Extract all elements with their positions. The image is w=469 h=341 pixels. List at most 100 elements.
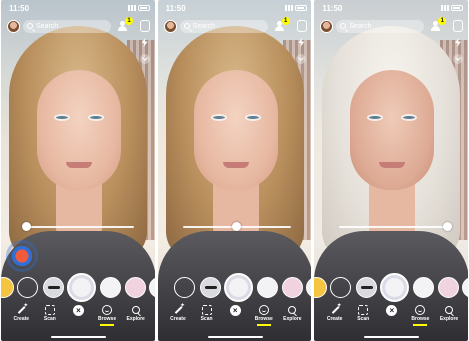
active-tab-indicator xyxy=(100,324,115,326)
left-eye xyxy=(367,114,384,121)
nav-create[interactable]: Create xyxy=(322,302,348,322)
wand-icon xyxy=(330,302,342,315)
search-bar[interactable]: Search xyxy=(23,19,111,33)
bottom-nav: Create Scan × Browse Explore xyxy=(314,302,468,333)
search-placeholder: Search xyxy=(192,22,215,30)
search-bar[interactable]: Search xyxy=(336,19,425,33)
lens-selected-age[interactable] xyxy=(67,273,96,302)
add-friend-button[interactable]: 1 xyxy=(117,17,133,32)
sunglasses-icon xyxy=(361,286,374,289)
flash-icon[interactable] xyxy=(455,38,462,47)
lens-face[interactable] xyxy=(100,277,121,298)
face xyxy=(350,70,435,190)
lens-cartoon[interactable] xyxy=(281,277,303,298)
lens-emoji[interactable] xyxy=(1,277,14,298)
lens-more[interactable] xyxy=(149,277,155,298)
add-friend-button[interactable]: 1 xyxy=(274,17,290,32)
age-slider[interactable] xyxy=(182,222,291,231)
lens-selected-age[interactable] xyxy=(380,273,410,302)
nav-close[interactable]: × xyxy=(65,305,91,316)
nav-browse[interactable]: Browse xyxy=(94,305,120,326)
nav-browse[interactable]: Browse xyxy=(407,305,433,326)
flip-camera-icon[interactable] xyxy=(296,20,307,32)
capture-ring[interactable] xyxy=(330,277,352,298)
lens-emoji[interactable] xyxy=(314,277,328,298)
age-slider[interactable] xyxy=(21,222,134,231)
wand-icon xyxy=(16,302,28,315)
close-icon: × xyxy=(386,305,398,316)
search-bar[interactable]: Search xyxy=(179,19,268,33)
signal-icon xyxy=(441,5,450,11)
wand-icon xyxy=(173,302,185,315)
active-tab-indicator xyxy=(256,324,271,326)
flash-icon[interactable] xyxy=(298,38,305,47)
flip-camera-icon[interactable] xyxy=(453,20,464,32)
chevron-down-icon[interactable] xyxy=(296,54,307,64)
search-placeholder: Search xyxy=(36,22,59,30)
lens-more[interactable] xyxy=(305,277,312,298)
lens-sunglasses[interactable] xyxy=(356,277,378,298)
nav-explore-label: Explore xyxy=(439,316,459,322)
avatar[interactable] xyxy=(163,19,177,33)
nav-browse-label: Browse xyxy=(254,316,273,322)
nav-close[interactable]: × xyxy=(222,305,248,316)
chevron-down-icon[interactable] xyxy=(139,54,150,64)
nav-scan[interactable]: Scan xyxy=(194,305,220,322)
nav-scan-label: Scan xyxy=(43,316,56,322)
search-placeholder: Search xyxy=(349,22,372,30)
lens-more[interactable] xyxy=(462,277,469,298)
signal-icon xyxy=(128,5,136,11)
avatar[interactable] xyxy=(7,19,20,33)
nav-scan[interactable]: Scan xyxy=(350,305,376,322)
add-friend-icon-body xyxy=(431,26,441,31)
close-icon: × xyxy=(229,305,241,316)
capture-ring[interactable] xyxy=(173,277,195,298)
lens-cartoon[interactable] xyxy=(438,277,460,298)
scan-icon xyxy=(201,305,212,315)
nav-create[interactable]: Create xyxy=(8,302,34,322)
close-icon: × xyxy=(72,305,84,316)
nav-browse[interactable]: Browse xyxy=(251,305,277,326)
lens-selected-age[interactable] xyxy=(223,273,253,302)
right-eye xyxy=(401,114,418,121)
search-icon xyxy=(340,23,347,29)
nav-create[interactable]: Create xyxy=(165,302,191,322)
nav-explore[interactable]: Explore xyxy=(436,305,462,322)
nav-explore[interactable]: Explore xyxy=(123,305,149,322)
lens-face[interactable] xyxy=(413,277,435,298)
add-friend-icon-body xyxy=(118,26,127,31)
lens-carousel xyxy=(314,270,469,304)
explore-search-icon xyxy=(131,305,141,315)
right-rail xyxy=(296,38,307,64)
nav-explore[interactable]: Explore xyxy=(279,305,305,322)
nav-explore-label: Explore xyxy=(126,316,145,322)
sunglasses-icon xyxy=(48,286,60,289)
nav-close[interactable]: × xyxy=(379,305,405,316)
lens-face[interactable] xyxy=(256,277,278,298)
lens-sunglasses[interactable] xyxy=(199,277,221,298)
status-time: 11:50 xyxy=(165,4,186,13)
nav-scan-label: Scan xyxy=(357,316,370,322)
system-icons xyxy=(128,5,150,11)
flash-icon[interactable] xyxy=(141,38,148,47)
lens-carousel xyxy=(158,270,312,304)
lens-cartoon[interactable] xyxy=(125,277,146,298)
age-slider[interactable] xyxy=(339,222,452,231)
age-slider-knob[interactable] xyxy=(442,222,452,231)
top-bar: Search 1 xyxy=(320,17,467,34)
right-rail xyxy=(453,38,464,64)
mouth xyxy=(66,162,92,168)
notification-badge: 1 xyxy=(281,17,290,25)
nav-scan-label: Scan xyxy=(200,316,213,322)
lens-sunglasses[interactable] xyxy=(43,277,64,298)
age-slider-knob[interactable] xyxy=(21,222,31,231)
home-indicator xyxy=(364,336,420,338)
nav-scan[interactable]: Scan xyxy=(37,305,63,322)
flip-camera-icon[interactable] xyxy=(140,20,150,32)
face-icon xyxy=(228,278,248,297)
capture-ring[interactable] xyxy=(17,277,38,298)
add-friend-button[interactable]: 1 xyxy=(430,17,447,32)
chevron-down-icon[interactable] xyxy=(453,54,464,64)
battery-icon xyxy=(451,5,464,11)
avatar[interactable] xyxy=(320,19,334,33)
